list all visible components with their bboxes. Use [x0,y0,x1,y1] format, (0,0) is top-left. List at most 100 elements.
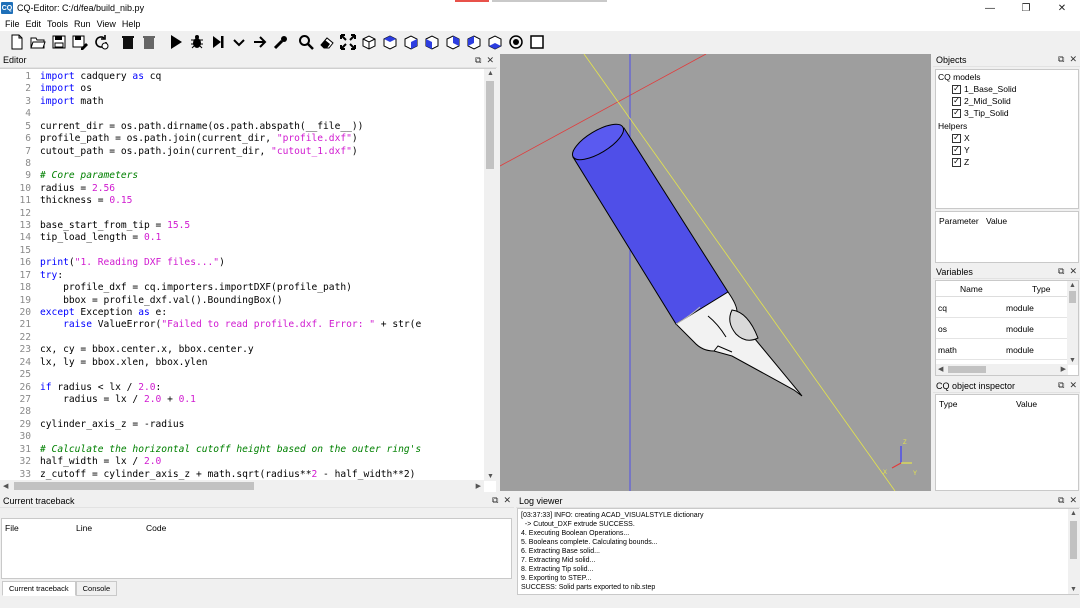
scroll-left-icon[interactable]: ◀ [938,365,943,373]
float-icon[interactable]: ⧉ [1058,495,1064,506]
code-line[interactable] [40,208,483,220]
menu-edit[interactable]: Edit [23,19,45,29]
editor-horizontal-scroll-thumb[interactable] [14,482,254,490]
wireframe-icon[interactable] [505,32,526,52]
float-icon[interactable]: ⧉ [1058,380,1064,391]
checkbox-icon[interactable]: ✓ [952,157,961,167]
code-line[interactable]: lx, ly = bbox.xlen, bbox.ylen [40,357,483,369]
scroll-down-icon[interactable]: ▼ [1069,357,1076,364]
editor-horizontal-scrollbar[interactable]: ◀ ▶ [0,480,484,492]
code-line[interactable]: cutout_path = os.path.join(current_dir, … [40,146,483,158]
code-line[interactable] [40,431,483,443]
type-column-header[interactable]: Type [1032,284,1050,294]
variables-table[interactable]: Name Type cq module os module math module ▲… [935,280,1079,376]
menu-tools[interactable]: Tools [44,19,71,29]
menu-run[interactable]: Run [71,19,94,29]
close-icon[interactable]: ✕ [486,55,494,66]
line-column-header[interactable]: Line [76,523,92,533]
code-line[interactable]: thickness = 0.15 [40,195,483,207]
code-line[interactable]: radius = 2.56 [40,183,483,195]
scroll-down-icon[interactable]: ▼ [487,473,494,480]
scroll-right-icon[interactable]: ▶ [476,482,481,490]
table-row[interactable]: math module [936,339,1068,360]
tree-item-z[interactable]: ✓ Z [952,157,969,167]
code-line[interactable] [40,369,483,381]
debug-icon[interactable] [186,32,207,52]
tree-item-mid-solid[interactable]: ✓ 2_Mid_Solid [952,96,1011,106]
minimize-button[interactable]: — [972,0,1008,16]
variables-vertical-scrollbar[interactable]: ▲ ▼ [1067,281,1078,365]
scroll-right-icon[interactable]: ▶ [1061,365,1066,373]
code-line[interactable] [40,406,483,418]
scroll-down-icon[interactable]: ▼ [1070,586,1077,593]
code-line[interactable]: tip_load_length = 0.1 [40,232,483,244]
checkbox-icon[interactable]: ✓ [952,84,961,94]
code-line[interactable]: current_dir = os.path.dirname(os.path.ab… [40,121,483,133]
menu-help[interactable]: Help [119,19,144,29]
type-column-header[interactable]: Type [939,399,957,409]
code-line[interactable]: profile_path = os.path.join(current_dir,… [40,133,483,145]
fit-icon[interactable] [295,32,316,52]
editor-vertical-scroll-thumb[interactable] [486,81,494,169]
close-icon[interactable]: ✕ [1069,380,1077,391]
restore-button[interactable]: ❐ [1008,0,1044,16]
continue-icon[interactable] [249,32,270,52]
code-line[interactable]: print("1. Reading DXF files...") [40,257,483,269]
code-line[interactable]: bbox = profile_dxf.val().BoundingBox() [40,295,483,307]
code-line[interactable]: import cadquery as cq [40,71,483,83]
back-view-icon[interactable] [442,32,463,52]
save-icon[interactable] [48,32,69,52]
menu-file[interactable]: File [2,19,23,29]
name-column-header[interactable]: Name [960,284,983,294]
code-area[interactable]: import cadquery as cq import os import mat… [40,71,483,481]
open-file-icon[interactable] [27,32,48,52]
step-icon[interactable] [207,32,228,52]
tree-group-helpers[interactable]: Helpers [938,121,967,131]
iso-view-icon[interactable] [358,32,379,52]
shaded-icon[interactable] [526,32,547,52]
code-editor[interactable]: 1 2 3 4 5 6 7 8 9 10 11 12 13 14 15 16 17 18 19 20 21 22 23 24 2… [0,68,496,492]
scroll-up-icon[interactable]: ▲ [487,70,494,77]
log-vertical-scrollbar[interactable]: ▲ ▼ [1068,509,1079,594]
delete-all-icon[interactable] [138,32,159,52]
tree-item-x[interactable]: ✓ X [952,133,970,143]
screenshot-icon[interactable] [270,32,291,52]
tree-item-base-solid[interactable]: ✓ 1_Base_Solid [952,84,1016,94]
tab-current-traceback[interactable]: Current traceback [2,581,76,596]
menu-view[interactable]: View [94,19,119,29]
close-window-button[interactable]: ✕ [1044,0,1080,16]
tree-group-cq-models[interactable]: CQ models [938,72,981,82]
right-view-icon[interactable] [484,32,505,52]
float-icon[interactable]: ⧉ [1058,54,1064,65]
fullscreen-icon[interactable] [337,32,358,52]
code-line[interactable]: # Core parameters [40,170,483,182]
close-icon[interactable]: ✕ [1069,54,1077,65]
code-column-header[interactable]: Code [146,523,166,533]
checkbox-icon[interactable]: ✓ [952,145,961,155]
3d-viewport[interactable]: Z Y X [500,54,931,491]
value-column-header[interactable]: Value [1016,399,1037,409]
code-line[interactable]: profile_dxf = cq.importers.importDXF(pro… [40,282,483,294]
scroll-up-icon[interactable]: ▲ [1069,282,1076,289]
save-as-icon[interactable] [69,32,90,52]
close-icon[interactable]: ✕ [503,495,511,506]
step-in-icon[interactable] [228,32,249,52]
float-icon[interactable]: ⧉ [475,55,481,66]
reload-icon[interactable] [90,32,111,52]
delete-icon[interactable] [117,32,138,52]
variables-vertical-scroll-thumb[interactable] [1069,291,1076,303]
objects-tree[interactable]: CQ models ✓ 1_Base_Solid ✓ 2_Mid_Solid ✓ 3_… [935,69,1079,209]
table-row[interactable]: cq module [936,297,1068,318]
checkbox-icon[interactable]: ✓ [952,133,961,143]
close-icon[interactable]: ✕ [1069,495,1077,506]
code-line[interactable]: # Calculate the horizontal cutoff height… [40,444,483,456]
code-line[interactable]: if radius < lx / 2.0: [40,382,483,394]
front-view-icon[interactable] [421,32,442,52]
inspector-table[interactable]: Type Value [935,394,1079,491]
checkbox-icon[interactable]: ✓ [952,108,961,118]
scroll-up-icon[interactable]: ▲ [1070,510,1077,517]
clear-icon[interactable] [316,32,337,52]
file-column-header[interactable]: File [5,523,19,533]
code-line[interactable]: except Exception as e: [40,307,483,319]
run-icon[interactable] [165,32,186,52]
